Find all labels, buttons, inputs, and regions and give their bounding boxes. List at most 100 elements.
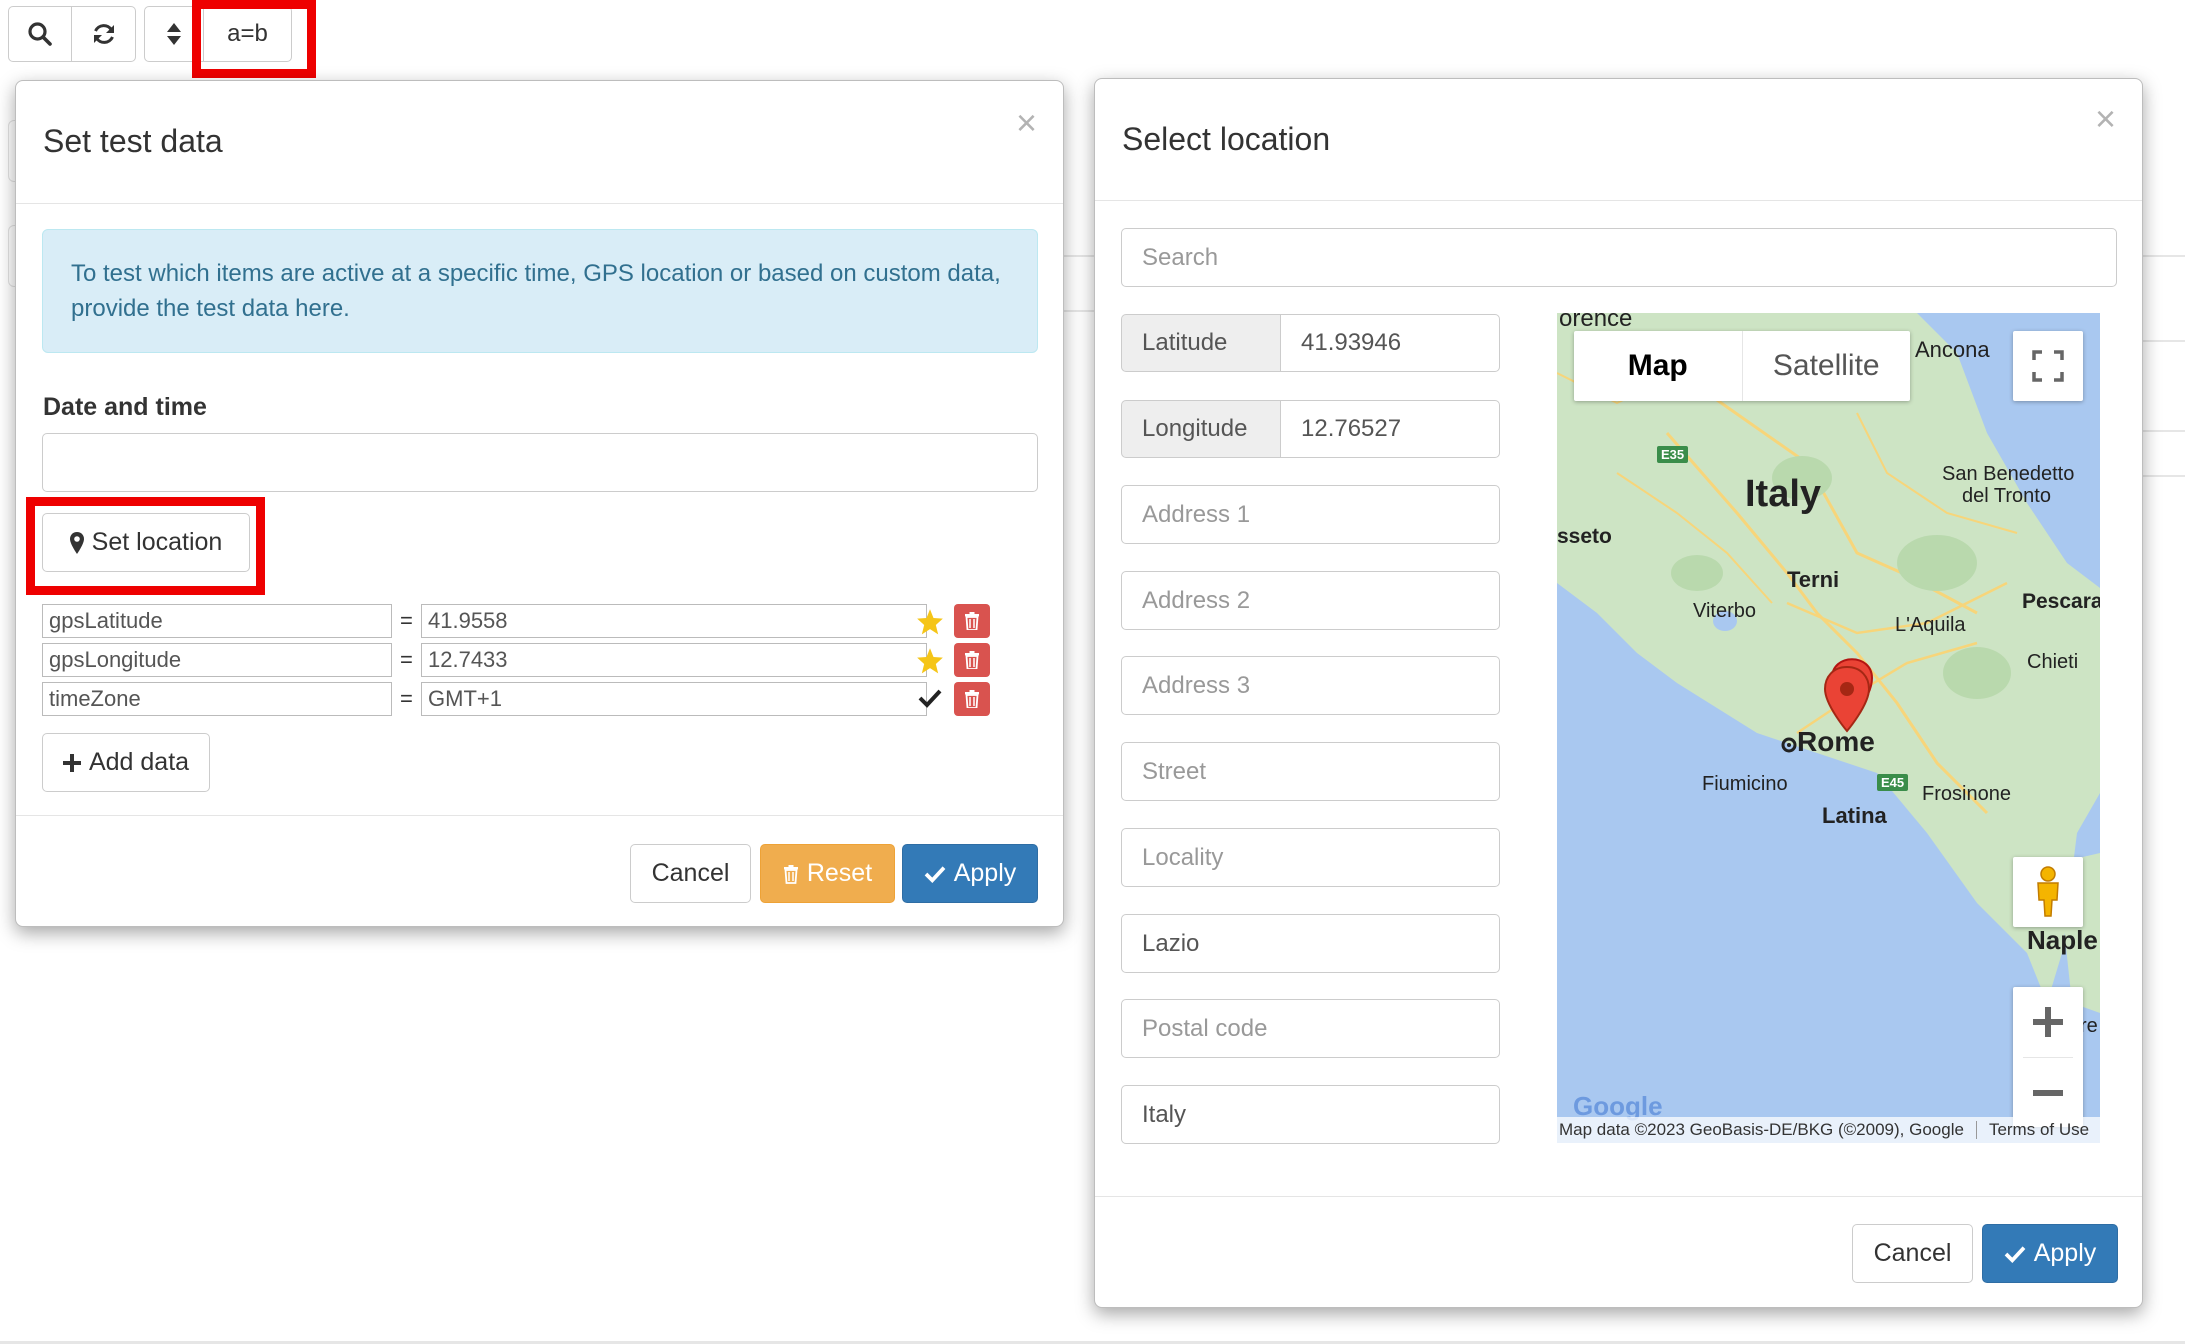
add-data-button[interactable]: Add data <box>42 733 210 792</box>
close-button[interactable]: × <box>1016 105 1037 141</box>
delete-row-button[interactable] <box>954 643 990 677</box>
date-time-input[interactable] <box>42 433 1038 492</box>
pegman-icon <box>2037 866 2059 917</box>
postal-code-input[interactable]: Postal code <box>1121 999 1500 1058</box>
apply-button[interactable]: Apply <box>902 844 1038 903</box>
map-label: L'Aquila <box>1895 614 1966 636</box>
map-label: Frosinone <box>1922 783 2011 805</box>
latitude-label: Latitude <box>1121 314 1281 372</box>
check-icon <box>924 865 946 883</box>
fullscreen-icon <box>2032 350 2064 382</box>
attribution-text: Map data ©2023 GeoBasis-DE/BKG (©2009), … <box>1559 1120 1964 1139</box>
map-view[interactable]: orence Ancona Italy San Benedetto del Tr… <box>1557 313 2100 1143</box>
background-divider <box>2140 430 2185 432</box>
footer-divider <box>1095 1196 2142 1197</box>
apply-label: Apply <box>2033 1239 2097 1267</box>
search-button[interactable] <box>8 6 72 62</box>
value-input[interactable]: 12.7433 <box>421 643 927 677</box>
address1-input[interactable]: Address 1 <box>1121 485 1500 544</box>
satellite-tab[interactable]: Satellite <box>1743 331 1911 401</box>
region-input[interactable]: Lazio <box>1121 914 1500 973</box>
map-label: Ancona <box>1915 337 1990 362</box>
reset-label: Reset <box>806 859 873 887</box>
refresh-icon <box>93 24 114 44</box>
close-button[interactable]: × <box>2095 101 2116 137</box>
map-label: Terni <box>1787 567 1840 592</box>
search-icon <box>28 22 52 46</box>
equals-sign: = <box>400 647 413 672</box>
map-label: Pescara <box>2022 590 2100 613</box>
header-divider <box>1095 200 2142 201</box>
key-input[interactable]: gpsLatitude <box>42 604 392 638</box>
fullscreen-button[interactable] <box>2013 331 2083 401</box>
longitude-input[interactable]: 12.76527 <box>1280 400 1500 458</box>
background-divider <box>2140 475 2185 477</box>
background-divider <box>2140 340 2185 342</box>
check-icon <box>2004 1245 2026 1263</box>
trash-icon <box>783 864 798 884</box>
check-icon <box>918 689 942 708</box>
delete-row-button[interactable] <box>954 604 990 638</box>
trash-icon <box>965 690 979 708</box>
background-divider <box>2140 255 2185 257</box>
refresh-button[interactable] <box>72 6 136 62</box>
search-input[interactable]: Search <box>1121 228 2117 287</box>
latitude-input[interactable]: 41.93946 <box>1280 314 1500 372</box>
reset-button[interactable]: Reset <box>760 844 895 903</box>
cancel-button[interactable]: Cancel <box>1852 1224 1973 1283</box>
highway-shield: E35 <box>1657 446 1689 463</box>
map-label: Viterbo <box>1693 600 1757 622</box>
map-label: orence <box>1559 313 1633 332</box>
equals-sign: = <box>400 686 413 711</box>
map-label: San Benedetto <box>1942 463 2075 485</box>
cancel-label: Cancel <box>651 859 730 887</box>
star-icon <box>917 609 943 635</box>
star-icon <box>917 648 943 674</box>
key-input[interactable]: timeZone <box>42 682 392 716</box>
plus-icon <box>62 753 81 772</box>
map-label: Naple <box>2027 925 2098 955</box>
key-input[interactable]: gpsLongitude <box>42 643 392 677</box>
zoom-in-button[interactable] <box>2013 987 2083 1057</box>
equals-sign: = <box>400 608 413 633</box>
zoom-control <box>2013 987 2083 1127</box>
modal-title: Set test data <box>43 123 223 159</box>
address2-input[interactable]: Address 2 <box>1121 571 1500 630</box>
street-view-button[interactable] <box>2013 857 2083 927</box>
info-alert: To test which items are active at a spec… <box>42 229 1038 353</box>
longitude-label: Longitude <box>1121 400 1281 458</box>
apply-button[interactable]: Apply <box>1982 1224 2118 1283</box>
date-time-label: Date and time <box>43 393 207 421</box>
highway-shield: E45 <box>1877 774 1909 791</box>
delete-row-button[interactable] <box>954 682 990 716</box>
map-attribution: Map data ©2023 GeoBasis-DE/BKG (©2009), … <box>1557 1117 2100 1143</box>
country-input[interactable]: Italy <box>1121 1085 1500 1144</box>
locality-input[interactable]: Locality <box>1121 828 1500 887</box>
map-label: Fiumicino <box>1702 773 1788 795</box>
map-label: Latina <box>1822 803 1887 828</box>
location-marker-icon <box>1823 665 1871 733</box>
highlight-box-set-location <box>26 497 265 595</box>
add-data-label: Add data <box>88 748 190 776</box>
plus-icon <box>2033 1007 2063 1037</box>
map-label: Italy <box>1745 473 1822 515</box>
trash-icon <box>965 612 979 630</box>
header-divider <box>16 203 1063 204</box>
footer-divider <box>16 815 1063 816</box>
value-input[interactable]: GMT+1 <box>421 682 927 716</box>
address3-input[interactable]: Address 3 <box>1121 656 1500 715</box>
sort-icon <box>167 23 181 45</box>
cancel-label: Cancel <box>1873 1239 1952 1267</box>
apply-label: Apply <box>953 859 1017 887</box>
street-input[interactable]: Street <box>1121 742 1500 801</box>
map-tab[interactable]: Map <box>1574 331 1742 401</box>
terms-link[interactable]: Terms of Use <box>1989 1120 2089 1140</box>
minus-icon <box>2033 1089 2063 1096</box>
value-input[interactable]: 41.9558 <box>421 604 927 638</box>
modal-title: Select location <box>1122 121 1331 157</box>
trash-icon <box>965 651 979 669</box>
highlight-box-ab <box>192 0 316 78</box>
cancel-button[interactable]: Cancel <box>630 844 751 903</box>
map-label: del Tronto <box>1962 485 2051 507</box>
map-label: Chieti <box>2027 651 2079 673</box>
